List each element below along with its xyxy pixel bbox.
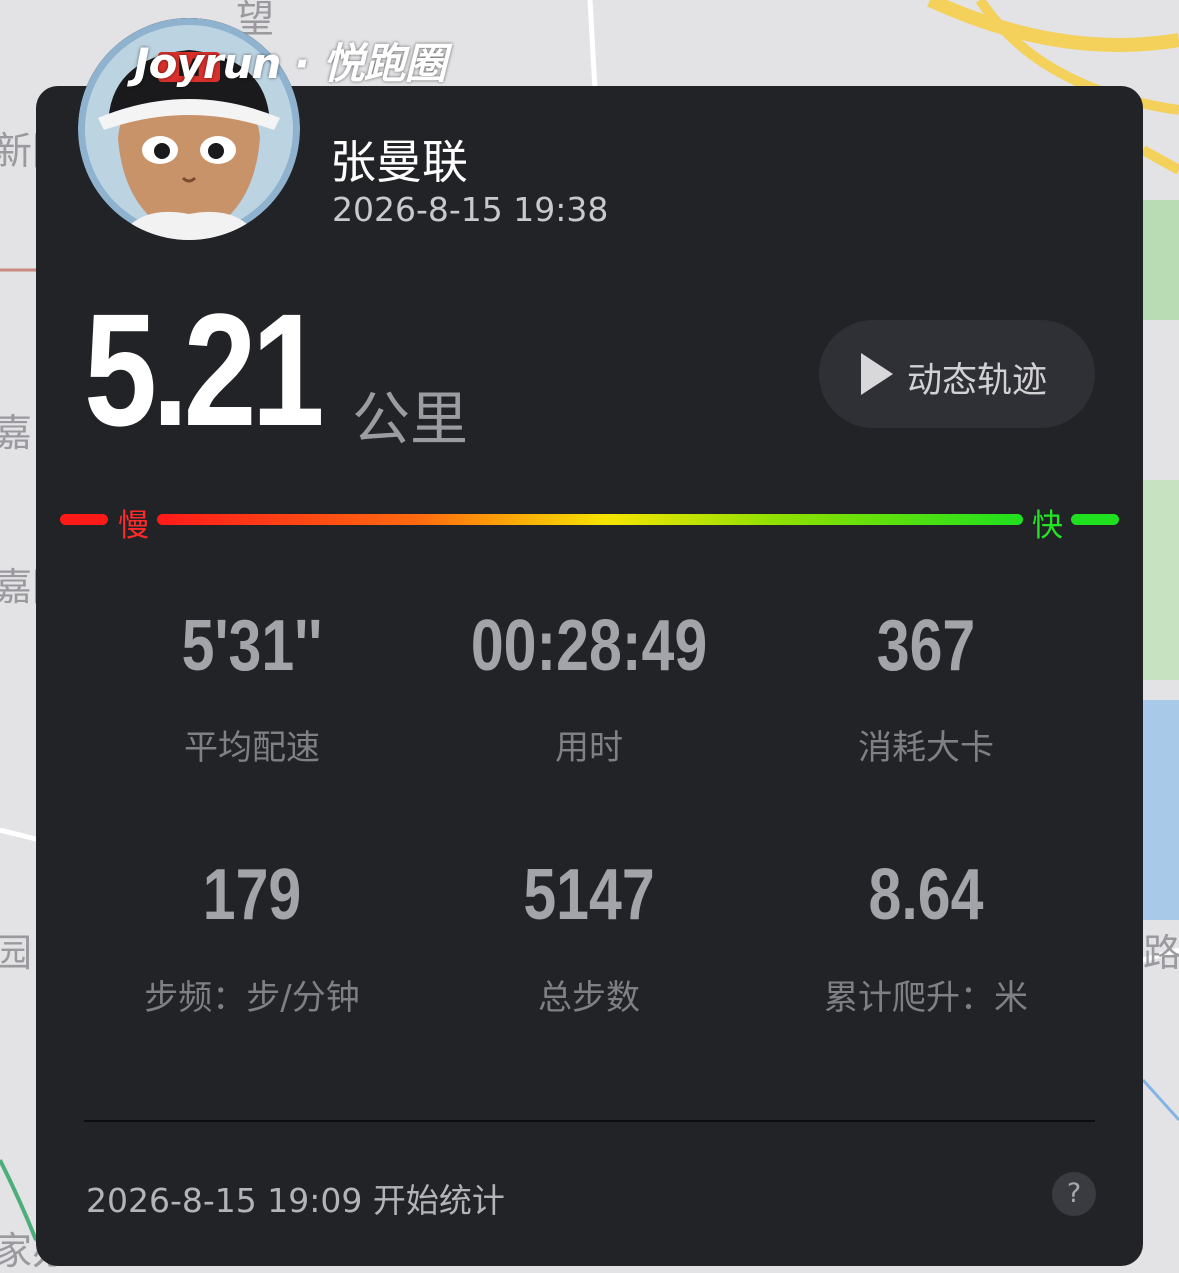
- map-label: 园: [0, 931, 33, 975]
- calories-label: 消耗大卡: [858, 728, 994, 768]
- pace-gradient-bar: [157, 514, 1023, 525]
- pace-slow-label: 慢: [118, 508, 149, 544]
- help-button[interactable]: ?: [1052, 1172, 1096, 1216]
- map-label: 路: [1143, 931, 1179, 975]
- elevation-gain-value: 8.64: [868, 855, 984, 935]
- avg-pace-value: 5'31'': [181, 606, 323, 686]
- pace-bar-fast-segment: [1071, 514, 1119, 525]
- run-summary-card: 张曼联 2026-8-15 19:38 5.21 公里 动态轨迹 慢 快 5'3…: [36, 86, 1143, 1266]
- elevation-gain-label: 累计爬升：米: [824, 978, 1028, 1018]
- calories-value: 367: [876, 606, 976, 686]
- duration-label: 用时: [555, 728, 623, 768]
- footer-divider: [84, 1120, 1095, 1122]
- start-time-info: 2026-8-15 19:09 开始统计: [86, 1181, 505, 1220]
- duration-value: 00:28:49: [470, 606, 708, 686]
- total-steps-label: 总步数: [538, 978, 640, 1018]
- app-logo: Joyrun · 悦跑圈: [134, 39, 447, 88]
- pace-bar-slow-segment: [60, 514, 108, 525]
- pace-fast-label: 快: [1032, 508, 1063, 544]
- total-steps-value: 5147: [523, 855, 655, 935]
- distance-unit: 公里: [352, 385, 469, 453]
- cadence-value: 179: [202, 855, 302, 935]
- play-icon: [861, 353, 893, 395]
- username[interactable]: 张曼联: [330, 126, 468, 192]
- distance-value: 5.21: [84, 280, 325, 459]
- track-replay-button[interactable]: 动态轨迹: [819, 320, 1095, 428]
- cadence-label: 步频：步/分钟: [144, 978, 360, 1018]
- post-time: 2026-8-15 19:38: [332, 190, 609, 229]
- map-label: 嘉: [0, 411, 33, 455]
- track-replay-label: 动态轨迹: [907, 361, 1048, 401]
- avg-pace-label: 平均配速: [184, 728, 320, 768]
